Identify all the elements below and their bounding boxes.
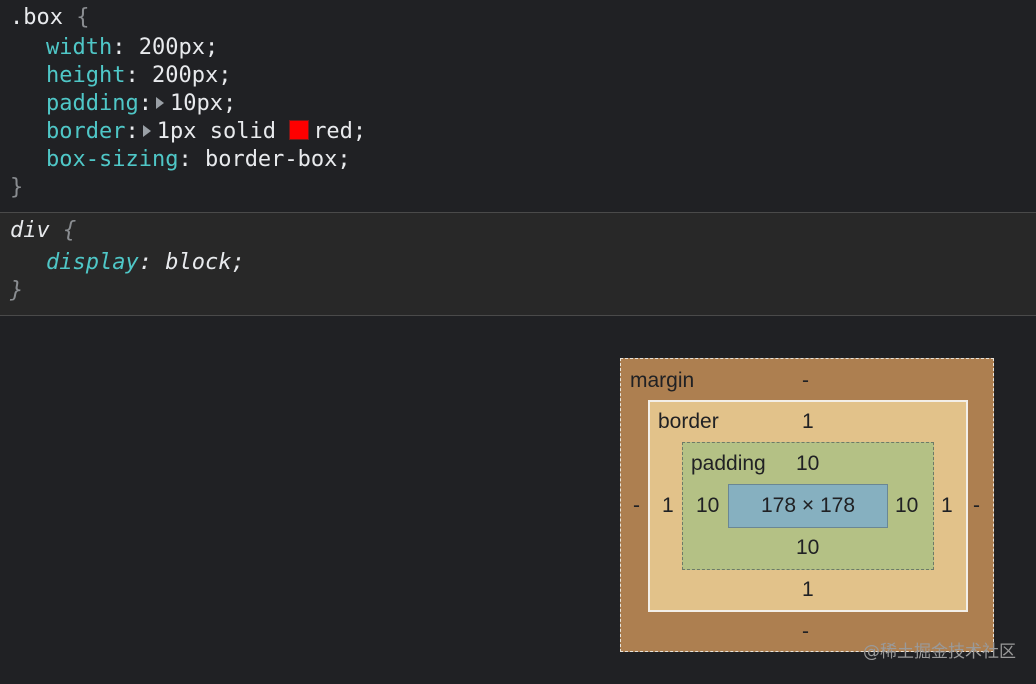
property-name[interactable]: border <box>46 119 125 144</box>
styles-pane: .box { width: 200px; height: 200px; padd… <box>0 0 1036 316</box>
border-right-value[interactable]: 1 <box>941 494 953 518</box>
declaration-padding[interactable]: padding: 10px; <box>46 90 236 118</box>
box-style-rule: .box { width: 200px; height: 200px; padd… <box>0 0 1036 212</box>
border-label: border <box>658 410 719 433</box>
property-value-part[interactable]: 1px solid <box>157 119 289 144</box>
content-size: 178 × 178 <box>760 494 855 517</box>
watermark: @稀土掘金技术社区 <box>863 642 1016 662</box>
expand-triangle-icon[interactable] <box>142 124 151 137</box>
border-top-value[interactable]: 1 <box>802 410 814 434</box>
close-brace-line: } <box>10 277 23 305</box>
user-agent-style-rule: div { display: block; } <box>0 212 1036 316</box>
div-selector-line: div { <box>10 217 76 245</box>
declaration-height[interactable]: height: 200px; <box>46 62 231 90</box>
close-brace: } <box>10 278 24 303</box>
property-name[interactable]: box-sizing <box>46 147 178 172</box>
property-name[interactable]: padding <box>46 91 139 116</box>
declaration-border[interactable]: border: 1px solid red; <box>46 118 366 146</box>
padding-left-value[interactable]: 10 <box>696 494 719 518</box>
close-brace-line: } <box>10 174 23 202</box>
property-value[interactable]: border-box; <box>205 147 351 172</box>
padding-label: padding <box>691 452 766 475</box>
property-value[interactable]: 10px; <box>170 91 236 116</box>
declaration-box-sizing[interactable]: box-sizing: border-box; <box>46 146 351 174</box>
padding-top-value[interactable]: 10 <box>796 452 819 476</box>
property-name: display <box>46 250 139 275</box>
property-value[interactable]: 200px; <box>139 35 218 60</box>
expand-triangle-icon[interactable] <box>155 96 164 109</box>
box-model-content[interactable]: 178 × 178 <box>728 484 888 528</box>
border-left-value[interactable]: 1 <box>662 494 674 518</box>
margin-right-value[interactable]: - <box>973 494 980 518</box>
property-value-part[interactable]: red; <box>313 119 366 144</box>
margin-label: margin <box>630 369 695 392</box>
padding-bottom-value[interactable]: 10 <box>796 536 819 560</box>
color-swatch-icon[interactable] <box>289 120 310 140</box>
close-brace: } <box>10 175 24 200</box>
box-selector[interactable]: .box <box>10 5 63 30</box>
border-bottom-value[interactable]: 1 <box>802 578 814 602</box>
margin-left-value[interactable]: - <box>633 494 640 518</box>
div-selector: div <box>10 218 50 243</box>
property-name[interactable]: height <box>46 63 125 88</box>
open-brace: { <box>76 5 90 30</box>
padding-right-value[interactable]: 10 <box>895 494 918 518</box>
property-value[interactable]: 200px; <box>152 63 231 88</box>
property-name[interactable]: width <box>46 35 112 60</box>
property-value: block; <box>165 250 245 275</box>
margin-bottom-value[interactable]: - <box>802 620 809 644</box>
margin-top-value[interactable]: - <box>802 369 809 393</box>
box-selector-line[interactable]: .box { <box>10 4 89 32</box>
declaration-width[interactable]: width: 200px; <box>46 34 218 62</box>
declaration-display: display: block; <box>46 250 245 275</box>
open-brace: { <box>63 218 77 243</box>
